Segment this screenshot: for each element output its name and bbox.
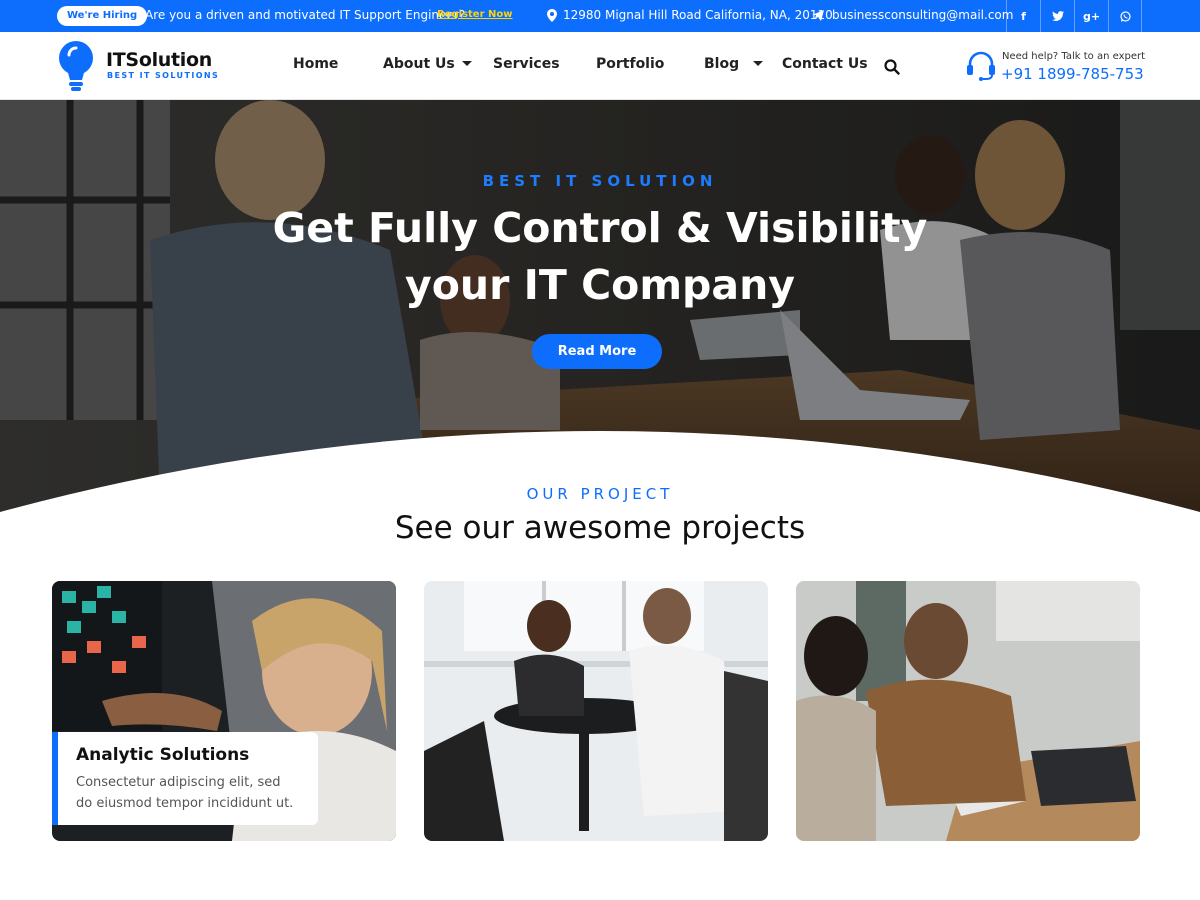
project-card[interactable]: Analytic Solutions Consectetur adipiscin… [52,581,396,841]
project-image-teamwork [796,581,1140,841]
chevron-down-icon [753,60,764,66]
facebook-icon[interactable]: f [1006,0,1040,32]
headset-icon [967,51,995,81]
help-phone[interactable]: +91 1899-785-753 [1001,65,1144,83]
nav-home[interactable]: Home [293,56,338,72]
address-text: 12980 Mignal Hill Road California, NA, 2… [563,8,833,22]
projects-title: See our awesome projects [394,510,806,546]
chevron-down-icon [461,60,472,66]
nav-services[interactable]: Services [493,56,560,72]
hiring-message: Are you a driven and motivated IT Suppor… [145,8,466,22]
paper-plane-icon [812,9,824,21]
project-image-meeting [424,581,768,841]
nav-portfolio[interactable]: Portfolio [596,56,664,72]
projects-kicker: OUR PROJECT [526,485,674,503]
nav-about-us[interactable]: About Us [383,56,472,72]
whatsapp-icon[interactable] [1108,0,1142,32]
project-card[interactable] [796,581,1140,841]
map-pin-icon [547,8,557,22]
logo-title[interactable]: ITSolution [106,49,212,71]
nav-contact-us[interactable]: Contact Us [782,56,868,72]
address: 12980 Mignal Hill Road California, NA, 2… [547,8,833,22]
top-bar: We're Hiring Are you a driven and motiva… [0,0,1200,32]
project-card[interactable] [424,581,768,841]
hero-curve-divider [0,431,1200,520]
google-plus-icon[interactable]: g+ [1074,0,1108,32]
email-contact[interactable]: businessconsulting@mail.com [812,8,1013,22]
register-now-link[interactable]: Register Now [437,9,512,20]
project-caption: Analytic Solutions Consectetur adipiscin… [52,732,318,825]
nav-blog[interactable]: Blog [704,56,764,72]
project-description: Consectetur adipiscing elit, sed do eius… [76,775,294,811]
hero-section: BEST IT SOLUTION Get Fully Control & Vis… [0,100,1200,520]
hiring-badge: We're Hiring [57,6,148,26]
lightbulb-logo-icon[interactable] [58,41,94,91]
twitter-icon[interactable] [1040,0,1074,32]
email-text: businessconsulting@mail.com [832,8,1014,22]
search-icon[interactable] [883,58,901,76]
main-header: ITSolution BEST IT SOLUTIONS Home About … [0,32,1200,100]
logo-tagline: BEST IT SOLUTIONS [107,71,220,80]
project-title[interactable]: Analytic Solutions [76,745,300,765]
social-links: f g+ [1006,0,1142,32]
help-label: Need help? Talk to an expert [1002,51,1146,62]
